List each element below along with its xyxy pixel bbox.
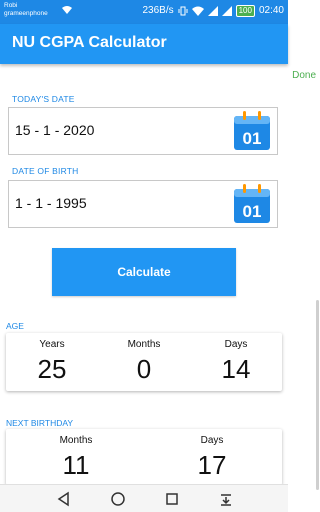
app-title: NU CGPA Calculator: [12, 34, 167, 51]
age-years: Years 25: [6, 333, 98, 385]
done-button[interactable]: Done: [292, 70, 316, 81]
carrier-name-1: Robi: [4, 2, 18, 9]
days-value: 14: [221, 354, 251, 384]
battery-level: 100: [238, 6, 252, 15]
age-label: AGE: [6, 321, 24, 331]
network-speed: 236B/s: [142, 5, 174, 16]
calendar-day: 01: [243, 202, 262, 221]
navigation-bar: [0, 484, 288, 512]
date-of-birth-field[interactable]: 1 - 1 - 1995 01: [8, 180, 278, 228]
years-label: Years: [39, 339, 65, 350]
months-label: Months: [127, 339, 161, 350]
wifi-small-icon: [62, 6, 72, 14]
calendar-icon[interactable]: 01: [231, 111, 273, 152]
app-bar: NU CGPA Calculator: [0, 24, 288, 64]
months-value: 11: [62, 450, 90, 480]
recent-apps-icon[interactable]: [164, 491, 180, 507]
days-value: 17: [197, 450, 227, 480]
age-days: Days 14: [190, 333, 282, 385]
months-label: Months: [59, 435, 93, 446]
days-label: Days: [200, 435, 224, 446]
carrier-name-2: grameenphone: [4, 10, 48, 17]
scrollbar[interactable]: [316, 300, 319, 490]
todays-date-field[interactable]: 15 - 1 - 2020 01: [8, 107, 278, 155]
next-birthday-label: NEXT BIRTHDAY: [6, 418, 74, 428]
calendar-icon[interactable]: 01: [231, 184, 273, 225]
carrier-info: Robi grameenphone: [4, 2, 48, 18]
status-bar: Robi grameenphone 236B/s 100 02:40: [0, 0, 288, 24]
battery-icon: 100: [235, 5, 255, 17]
calculate-button[interactable]: Calculate: [52, 248, 236, 296]
signal-icon-2: [221, 6, 232, 16]
signal-icon: [207, 6, 218, 16]
wifi-icon: [191, 6, 204, 16]
years-value: 25: [37, 354, 67, 384]
days-label: Days: [224, 339, 248, 350]
age-months: Months 0: [98, 333, 190, 385]
notification-pull-icon[interactable]: [218, 491, 234, 507]
next-birthday-months: Months 11: [30, 429, 122, 481]
calendar-day: 01: [243, 129, 262, 148]
next-birthday-card: Months 11 Days 17: [6, 429, 282, 485]
months-value: 0: [136, 354, 152, 384]
status-icons: 236B/s 100 02:40: [142, 5, 284, 17]
date-of-birth-label: DATE OF BIRTH: [12, 166, 79, 176]
back-icon[interactable]: [56, 491, 72, 507]
todays-date-label: TODAY'S DATE: [12, 94, 75, 104]
age-card: Years 25 Months 0 Days 14: [6, 333, 282, 391]
date-of-birth-value: 1 - 1 - 1995: [15, 195, 87, 211]
home-icon[interactable]: [110, 491, 126, 507]
todays-date-value: 15 - 1 - 2020: [15, 122, 95, 138]
vibrate-icon: [178, 6, 188, 16]
clock: 02:40: [258, 5, 284, 16]
next-birthday-days: Days 17: [166, 429, 258, 481]
